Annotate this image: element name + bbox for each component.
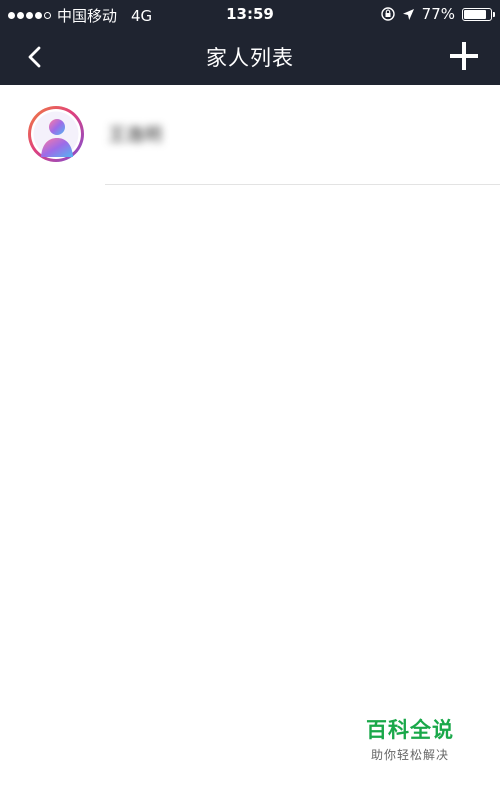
divider	[105, 184, 500, 185]
family-list: 王逸明	[0, 85, 500, 185]
status-bar: 中国移动 4G 13:59 77%	[0, 0, 500, 28]
avatar	[27, 105, 85, 163]
plus-icon	[450, 42, 478, 70]
watermark-title: 百科全说	[366, 718, 454, 742]
header: 中国移动 4G 13:59 77% 家人列表	[0, 0, 500, 85]
status-right: 77%	[380, 5, 495, 23]
add-member-button[interactable]	[446, 38, 482, 74]
location-arrow-icon	[402, 8, 414, 20]
battery-fill	[464, 9, 486, 19]
orientation-lock-icon	[380, 7, 395, 21]
list-item[interactable]: 王逸明	[0, 85, 500, 185]
watermark-subtitle: 助你轻松解决	[370, 748, 449, 762]
battery-icon	[462, 7, 495, 21]
battery-percent: 77%	[421, 5, 455, 23]
user-silhouette-icon	[28, 106, 84, 162]
nav-bar: 家人列表	[0, 28, 500, 85]
page-title: 家人列表	[206, 46, 294, 70]
member-name: 王逸明	[108, 125, 162, 146]
watermark-logo: 百科全说 助你轻松解决	[345, 705, 475, 765]
